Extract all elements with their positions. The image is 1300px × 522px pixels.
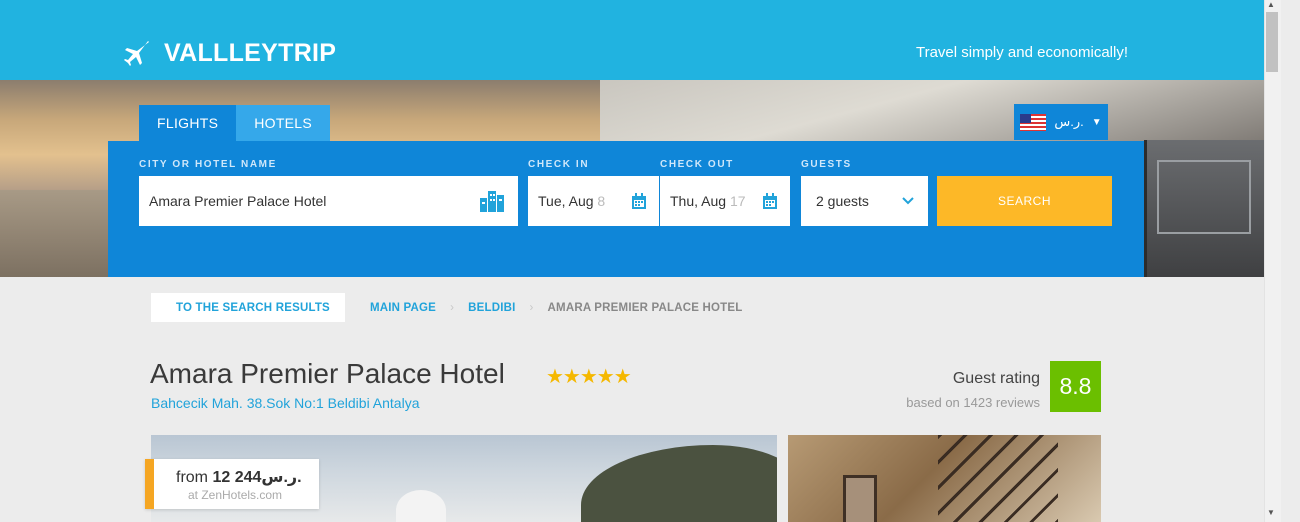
logo[interactable]: VALLLEYTRIP	[122, 38, 336, 68]
price-source: at ZenHotels.com	[188, 488, 283, 502]
currency-label: ر.س.	[1054, 114, 1084, 129]
check-out-day: 17	[729, 193, 746, 209]
breadcrumb-current: AMARA PREMIER PALACE HOTEL	[547, 301, 743, 314]
city-input[interactable]: Amara Premier Palace Hotel	[139, 176, 518, 226]
header-bar: VALLLEYTRIP Travel simply and economical…	[0, 0, 1264, 80]
reviews-count[interactable]: based on 1423 reviews	[906, 395, 1040, 410]
breadcrumb-beldibi[interactable]: BELDIBI	[468, 302, 515, 314]
guests-value: 2 guests	[816, 193, 869, 209]
hotel-photo-interior[interactable]	[788, 435, 1101, 522]
chevron-down-icon	[902, 197, 914, 205]
check-out-field[interactable]: Thu, Aug 17	[660, 176, 790, 226]
us-flag-icon	[1020, 113, 1047, 131]
currency-selector[interactable]: ر.س. ▼	[1014, 104, 1108, 140]
check-in-day: 8	[597, 193, 606, 209]
tab-flights[interactable]: FLIGHTS	[139, 105, 237, 141]
guest-rating-label: Guest rating	[952, 370, 1040, 387]
tagline: Travel simply and economically!	[915, 44, 1128, 61]
breadcrumb: TO THE SEARCH RESULTS MAIN PAGE › BELDIB…	[151, 293, 742, 322]
price-currency: ر.س.	[261, 469, 302, 486]
chevron-right-icon: ›	[529, 301, 534, 314]
back-to-results-link[interactable]: TO THE SEARCH RESULTS	[151, 293, 345, 322]
check-in-value: Tue, Aug	[538, 193, 594, 209]
search-tabs: FLIGHTS HOTELS	[139, 105, 331, 141]
city-buildings-icon	[480, 191, 504, 212]
scroll-up-icon[interactable]: ▲	[1267, 0, 1275, 9]
brand-name: VALLLEYTRIP	[164, 38, 337, 67]
check-out-label: CHECK OUT	[660, 159, 734, 170]
city-label: CITY OR HOTEL NAME	[139, 159, 277, 170]
chevron-down-icon: ▼	[1091, 116, 1102, 128]
price-text: from 12 244ر.س.	[176, 467, 302, 487]
city-value: Amara Premier Palace Hotel	[149, 193, 327, 209]
hotel-name: Amara Premier Palace Hotel	[150, 358, 505, 389]
airplane-icon	[124, 41, 149, 66]
calendar-icon	[763, 192, 777, 209]
hotel-address-link[interactable]: Bahcecik Mah. 38.Sok No:1 Beldibi Antaly…	[151, 395, 420, 411]
calendar-icon	[632, 192, 646, 209]
scrollbar-thumb[interactable]	[1266, 12, 1278, 72]
scrollbar[interactable]	[1264, 0, 1281, 522]
check-in-label: CHECK IN	[528, 159, 590, 170]
check-out-value: Thu, Aug	[670, 193, 727, 209]
price-prefix: from	[176, 469, 208, 486]
rating-score-badge: 8.8	[1050, 361, 1101, 412]
hotel-stars: ★★★★★	[546, 366, 632, 388]
search-button[interactable]: SEARCH	[937, 176, 1112, 226]
price-value: 12 244	[212, 469, 262, 486]
guests-label: GUESTS	[801, 159, 852, 170]
breadcrumb-main-page[interactable]: MAIN PAGE	[370, 302, 436, 314]
guests-select[interactable]: 2 guests	[801, 176, 928, 226]
price-card[interactable]: from 12 244ر.س. at ZenHotels.com	[145, 459, 319, 509]
check-in-field[interactable]: Tue, Aug 8	[528, 176, 659, 226]
chevron-right-icon: ›	[450, 301, 455, 314]
scroll-down-icon[interactable]: ▼	[1267, 508, 1275, 517]
tab-hotels[interactable]: HOTELS	[236, 105, 331, 141]
